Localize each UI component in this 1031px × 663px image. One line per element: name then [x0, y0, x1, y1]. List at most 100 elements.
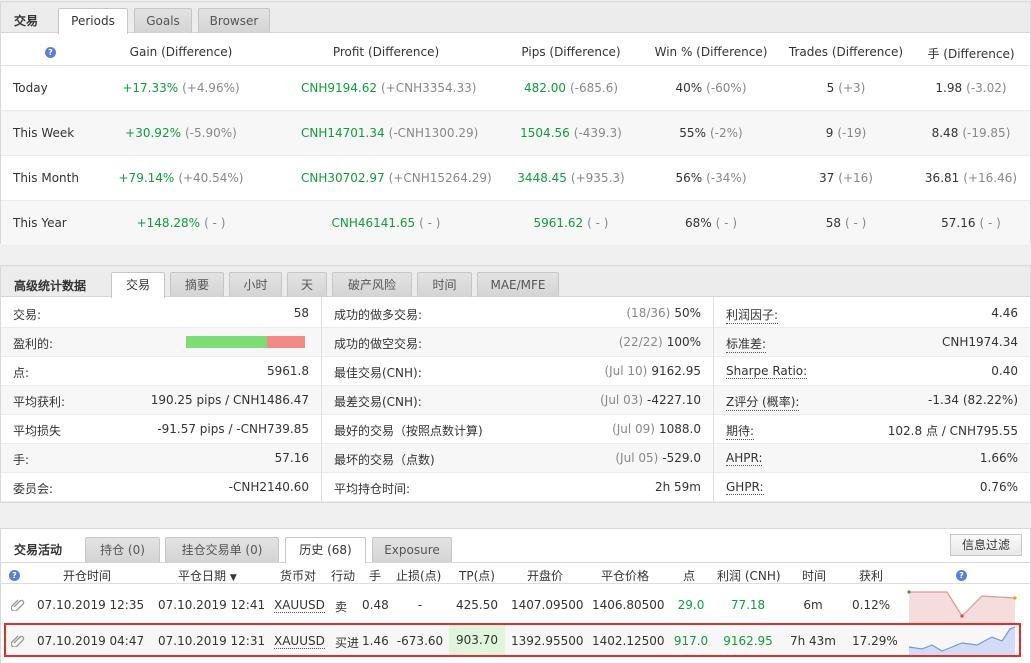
- stat-label[interactable]: 期待:: [726, 422, 755, 440]
- stat-label[interactable]: Z评分 (概率):: [726, 393, 800, 411]
- periods-panel: 交易 Periods Goals Browser ? Gain (Differe…: [0, 1, 1031, 246]
- pips-cell: 482.00 (-685.6): [506, 81, 636, 95]
- trade-profit: 9162.95: [723, 634, 773, 648]
- stat-number: 0.40: [991, 364, 1018, 378]
- tab-risk-of-ruin[interactable]: 破产风险: [332, 272, 412, 297]
- profit-difference: (+CNH15264.29): [388, 171, 492, 185]
- tab-summary[interactable]: 摘要: [170, 272, 224, 297]
- tab-trades[interactable]: 交易: [111, 272, 165, 298]
- advanced-stats-panel: 高级统计数据 交易 摘要 小时 天 破产风险 时间 MAE/MFE 交易: 58 盈…: [0, 265, 1031, 503]
- tab-history[interactable]: 历史 (68): [285, 537, 366, 563]
- gain-value: +17.33%: [122, 81, 179, 95]
- stat-row: 利润因子: 4.46: [714, 299, 1030, 328]
- trades-difference: (+16): [838, 171, 873, 185]
- stat-row: 平均持仓时间: 2h 59m: [322, 473, 713, 502]
- header-profit[interactable]: Profit (Difference): [301, 45, 471, 59]
- header-gain[interactable]: Gain (Difference): [111, 45, 251, 59]
- trade-symbol[interactable]: XAUUSD: [274, 598, 325, 613]
- tab-hours[interactable]: 小时: [229, 272, 282, 297]
- trade-gain: 0.12%: [852, 598, 891, 612]
- trade-close-date: 07.10.2019 12:41: [158, 598, 266, 612]
- header-win[interactable]: Win % (Difference): [646, 45, 776, 59]
- stat-label: 盈利的:: [13, 337, 54, 351]
- stat-label: 委员会:: [13, 482, 54, 496]
- tab-exposure[interactable]: Exposure: [372, 537, 452, 562]
- gain-value: +148.28%: [136, 216, 201, 230]
- trades-tabbar: 交易活动 持仓 (0) 挂仓交易单 (0) 历史 (68) Exposure 信…: [1, 529, 1030, 563]
- header-tp[interactable]: TP(点): [459, 567, 495, 584]
- stat-number: 5961.8: [267, 364, 309, 378]
- stat-number: 4.46: [991, 306, 1018, 320]
- stat-label: 成功的做多交易:: [334, 308, 423, 322]
- trade-row[interactable]: 07.10.2019 04:47 07.10.2019 12:31 XAUUSD 买进…: [4, 623, 1021, 657]
- sort-desc-icon[interactable]: ▼: [230, 573, 237, 583]
- help-icon[interactable]: ?: [956, 570, 967, 581]
- header-symbol[interactable]: 货币对: [280, 567, 316, 584]
- header-gain[interactable]: 获利: [859, 567, 883, 584]
- header-open-time[interactable]: 开仓时间: [63, 567, 111, 584]
- lots-difference: (+16.46): [963, 171, 1018, 185]
- stat-value: -1.34 (82.22%): [928, 393, 1018, 407]
- header-open-price[interactable]: 开盘价: [527, 567, 563, 584]
- header-profit[interactable]: 利润 (CNH): [717, 567, 781, 584]
- stat-label[interactable]: Sharpe Ratio:: [726, 364, 808, 379]
- trade-symbol[interactable]: XAUUSD: [274, 634, 325, 649]
- stat-number: -4227.10: [647, 393, 701, 407]
- gain-difference: ( - ): [204, 216, 226, 230]
- tab-mae-mfe[interactable]: MAE/MFE: [477, 272, 559, 297]
- gain-difference: (+4.96%): [182, 81, 240, 95]
- stat-label[interactable]: 利润因子:: [726, 306, 779, 324]
- header-pips[interactable]: Pips (Difference): [506, 45, 636, 59]
- header-lots[interactable]: 手 (Difference): [906, 45, 1031, 62]
- header-sl[interactable]: 止损(点): [396, 567, 441, 584]
- win-cell: 68%( - ): [646, 216, 776, 230]
- stat-label[interactable]: 标准差:: [726, 335, 767, 353]
- period-label: Today: [13, 81, 48, 95]
- header-pips[interactable]: 点: [683, 567, 695, 584]
- help-icon[interactable]: ?: [45, 47, 56, 58]
- stat-label[interactable]: GHPR:: [726, 480, 764, 495]
- info-filter-button[interactable]: 信息过滤: [950, 534, 1022, 556]
- stat-value: (Jul 05) -529.0: [615, 451, 701, 465]
- attachment-icon[interactable]: [10, 597, 25, 614]
- profit-value: CNH30702.97: [301, 171, 385, 185]
- stat-number: 9162.95: [651, 364, 701, 378]
- header-action[interactable]: 行动: [331, 567, 355, 584]
- tab-days[interactable]: 天: [287, 272, 327, 297]
- profit-value: CNH14701.34: [301, 126, 385, 140]
- stat-row: 成功的做空交易: (22/22) 100%: [322, 328, 713, 357]
- stat-number: 1.66%: [979, 451, 1018, 465]
- stat-number: 102.8 点 / CNH795.55: [887, 424, 1018, 438]
- stat-number: -529.0: [662, 451, 701, 465]
- win-loss-bar: [186, 336, 305, 348]
- lots-cell: 1.98 (-3.02): [906, 81, 1031, 95]
- stat-date-note: (Jul 09): [612, 422, 655, 436]
- header-lots[interactable]: 手: [369, 567, 381, 584]
- trades-value: 37: [819, 171, 835, 185]
- tab-browser[interactable]: Browser: [198, 8, 270, 33]
- trade-row[interactable]: 07.10.2019 12:35 07.10.2019 12:41 XAUUSD 卖 0…: [1, 588, 1030, 625]
- stat-label: 平均损失: [13, 424, 62, 438]
- header-close-price[interactable]: 平仓价格: [601, 567, 649, 584]
- help-icon[interactable]: ?: [9, 570, 20, 581]
- stat-value: 57.16: [275, 451, 309, 465]
- tab-goals[interactable]: Goals: [134, 8, 192, 33]
- profit-difference: (+CNH3354.33): [381, 81, 477, 95]
- profit-cell: CNH46141.65( - ): [301, 216, 471, 230]
- attachment-icon[interactable]: [10, 633, 25, 650]
- tab-duration[interactable]: 时间: [417, 272, 472, 297]
- header-trades[interactable]: Trades (Difference): [781, 45, 911, 59]
- stat-label[interactable]: AHPR:: [726, 451, 763, 466]
- lots-cell: 36.81 (+16.46): [906, 171, 1031, 185]
- tab-periods[interactable]: Periods: [58, 8, 128, 34]
- header-duration[interactable]: 时间: [802, 567, 826, 584]
- stat-value: 58: [294, 306, 309, 320]
- tab-open-positions[interactable]: 持仓 (0): [85, 537, 160, 562]
- stat-row: 最差交易(CNH): (Jul 03) -4227.10: [322, 386, 713, 415]
- stat-date-note: (Jul 03): [600, 393, 644, 407]
- header-close-date[interactable]: 平仓日期 ▼: [178, 567, 237, 584]
- stat-number: 190.25 pips / CNH1486.47: [150, 393, 309, 407]
- lots-difference: (-19.85): [962, 126, 1011, 140]
- tab-pending-orders[interactable]: 挂仓交易单 (0): [165, 537, 279, 562]
- win-value: 56%: [675, 171, 703, 185]
